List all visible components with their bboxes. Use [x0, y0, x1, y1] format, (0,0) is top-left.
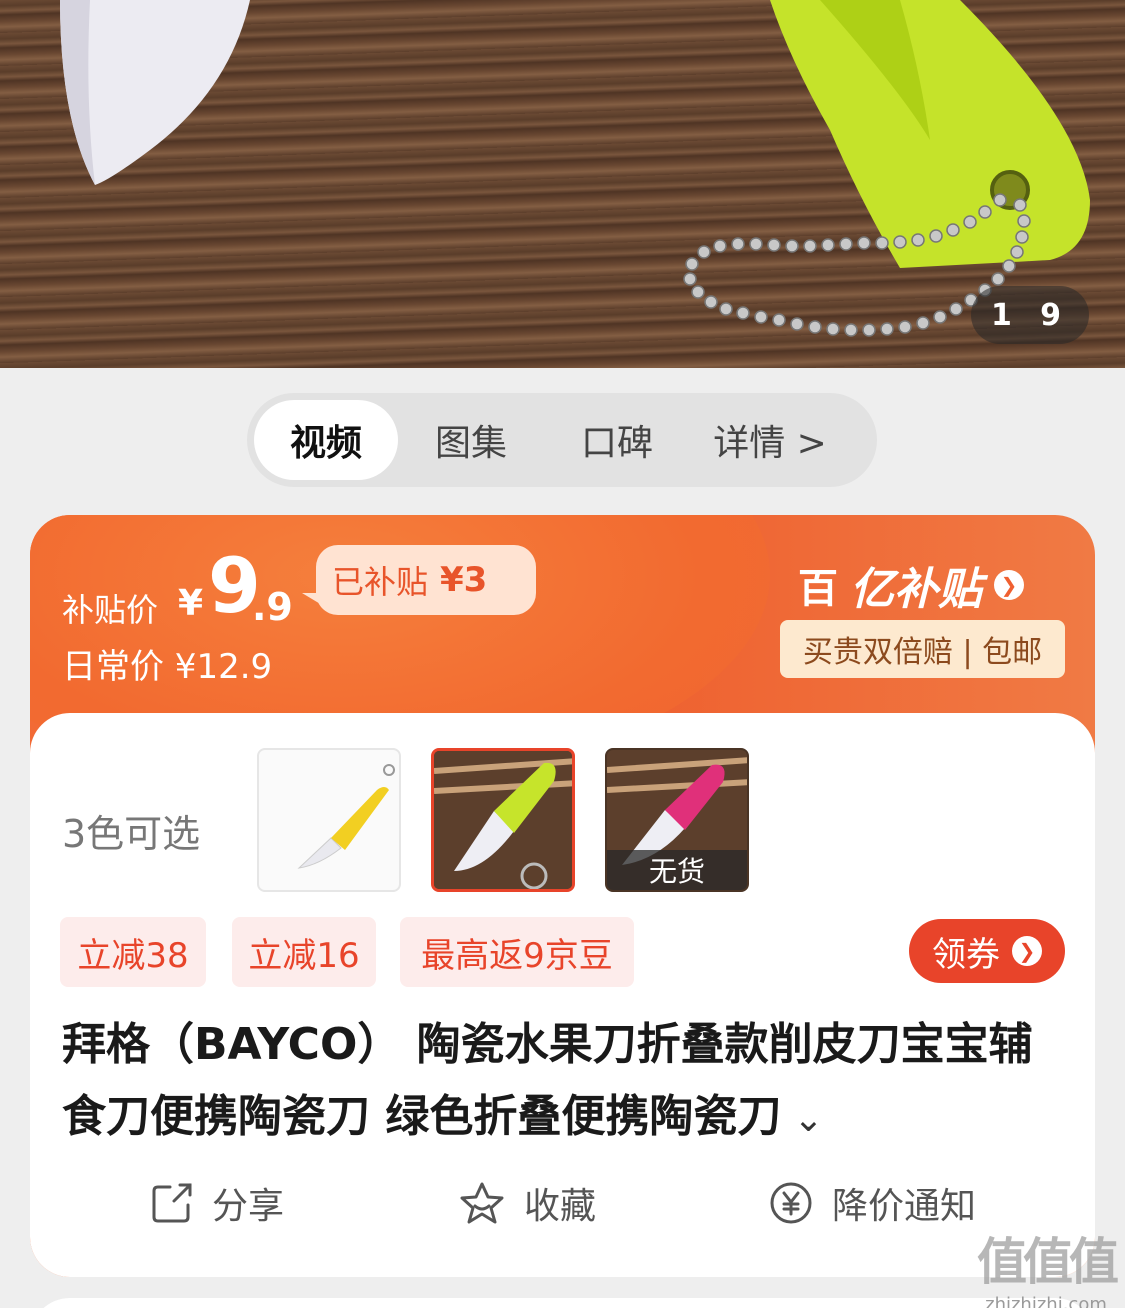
media-tabs: 视频 图集 口碑 详情 > — [247, 393, 877, 487]
price-alert-icon — [770, 1182, 812, 1224]
brand-logo: 百 — [798, 566, 838, 612]
get-coupon-button[interactable]: 领券 ❯ — [909, 919, 1065, 983]
coupon-discount-38[interactable]: 立减38 — [60, 917, 206, 987]
next-card — [30, 1298, 1095, 1308]
tab-details[interactable]: 详情 > — [690, 400, 850, 480]
chevron-right-icon: ❯ — [994, 570, 1024, 600]
total-pages: 9 — [1040, 297, 1061, 333]
watermark-url: zhizhizhi.com — [985, 1294, 1107, 1308]
watermark-logo: 值值值 — [977, 1233, 1119, 1291]
favorite-button[interactable]: 收藏 — [458, 1173, 596, 1233]
page-indicator: 1 9 — [971, 286, 1089, 344]
green-knife-thumbnail — [434, 751, 572, 889]
brand-title: 亿补贴 — [850, 564, 982, 615]
share-button[interactable]: 分享 — [150, 1173, 284, 1233]
product-info: 3色可选 无货 立减38 立减16 最高返9京豆 领券 ❯ 拜格（BAYCO） … — [30, 713, 1095, 1277]
variant-swatch-green[interactable] — [431, 748, 575, 892]
variant-swatch-pink[interactable]: 无货 — [605, 748, 749, 892]
chevron-down-icon[interactable]: ⌄ — [793, 1099, 823, 1140]
subsidy-badge: 已补贴 ¥3 — [316, 545, 536, 615]
site-watermark: 值值值 zhizhizhi.com — [977, 1222, 1119, 1308]
product-title: 拜格（BAYCO） 陶瓷水果刀折叠款削皮刀宝宝辅食刀便携陶瓷刀 绿色折叠便携陶瓷… — [62, 1019, 1033, 1142]
tab-video[interactable]: 视频 — [254, 400, 398, 480]
tab-reviews[interactable]: 口碑 — [544, 400, 690, 480]
coupon-discount-16[interactable]: 立减16 — [232, 917, 376, 987]
subsidy-badge-amount: ¥3 — [440, 560, 488, 600]
yellow-knife-thumbnail — [297, 764, 395, 869]
current-page: 1 — [991, 297, 1012, 333]
sold-out-label: 无货 — [607, 850, 747, 890]
guarantee-badge: 买贵双倍赔 | 包邮 — [780, 620, 1065, 678]
price-alert-button[interactable]: 降价通知 — [768, 1173, 976, 1233]
subsidy-price-decimal: .9 — [252, 585, 293, 629]
product-photo — [60, 0, 1090, 337]
variant-swatch-yellow[interactable] — [257, 748, 401, 892]
action-bar: 分享 收藏 降价通知 — [30, 1173, 1095, 1233]
subsidy-badge-text: 已补贴 — [332, 563, 429, 601]
variant-count-label: 3色可选 — [62, 812, 201, 856]
star-icon — [460, 1182, 504, 1224]
get-coupon-label: 领券 — [932, 934, 1000, 975]
daily-price: 日常价 ¥12.9 — [62, 647, 273, 687]
chevron-right-icon: ❯ — [1012, 936, 1042, 966]
product-gallery[interactable]: 1 9 — [0, 0, 1125, 368]
currency-symbol: ¥ — [178, 583, 204, 624]
favorite-label: 收藏 — [524, 1186, 597, 1227]
product-title-block[interactable]: 拜格（BAYCO） 陶瓷水果刀折叠款削皮刀宝宝辅食刀便携陶瓷刀 绿色折叠便携陶瓷… — [62, 1009, 1062, 1156]
price-card: 补贴价 ¥ 9 .9 日常价 ¥12.9 已补贴 ¥3 百 亿补贴 ❯ 买贵双倍… — [30, 515, 1095, 1277]
tab-gallery[interactable]: 图集 — [398, 400, 544, 480]
subsidy-price-label: 补贴价 — [62, 591, 159, 629]
coupon-jingdou[interactable]: 最高返9京豆 — [400, 917, 634, 987]
share-label: 分享 — [212, 1186, 285, 1227]
billion-subsidy-link[interactable]: 百 亿补贴 ❯ — [798, 553, 1024, 617]
price-alert-label: 降价通知 — [832, 1186, 977, 1227]
share-icon — [152, 1183, 192, 1223]
